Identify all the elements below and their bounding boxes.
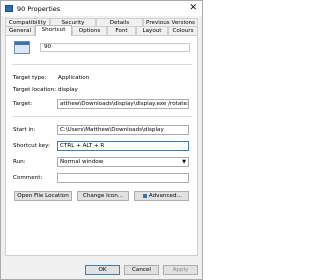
- shortcut-name-field[interactable]: 90: [40, 43, 190, 52]
- shortcut-panel: 90 Target type: Application Target locat…: [5, 35, 198, 256]
- run-select[interactable]: Normal window ▼: [57, 157, 189, 167]
- application-icon: [14, 41, 30, 54]
- target-location-value: display: [58, 87, 78, 93]
- change-icon-button[interactable]: Change Icon...: [77, 191, 129, 201]
- divider: [12, 116, 192, 117]
- target-type-value: Application: [58, 75, 90, 81]
- open-file-location-button[interactable]: Open File Location: [14, 191, 72, 201]
- divider: [12, 64, 192, 65]
- properties-window: 90 Properties ✕ Compatibility Security D…: [0, 0, 203, 280]
- tab-general[interactable]: General: [5, 26, 35, 35]
- chevron-down-icon: ▼: [182, 159, 186, 165]
- change-icon-button-label: Change Icon...: [82, 193, 124, 199]
- run-select-value: Normal window: [60, 159, 104, 165]
- target-location-label: Target location:: [13, 87, 57, 93]
- apply-button[interactable]: Apply: [163, 265, 198, 275]
- shortcut-key-label: Shortcut key:: [13, 143, 50, 149]
- tab-font[interactable]: Font: [107, 26, 136, 35]
- tab-row-2: General Shortcut Options Font Layout Col…: [5, 25, 198, 36]
- tab-shortcut[interactable]: Shortcut: [35, 25, 72, 36]
- target-label: Target:: [13, 101, 33, 107]
- comment-label: Comment:: [13, 175, 43, 181]
- shortcut-key-input[interactable]: CTRL + ALT + R: [57, 141, 189, 151]
- advanced-button[interactable]: Advanced...: [134, 191, 189, 201]
- start-in-input[interactable]: C:\Users\Matthew\Downloads\display: [57, 125, 189, 135]
- cancel-button[interactable]: Cancel: [124, 265, 159, 275]
- tab-options[interactable]: Options: [72, 26, 107, 35]
- start-in-label: Start in:: [13, 127, 36, 133]
- window-title: 90 Properties: [17, 5, 61, 13]
- ok-button[interactable]: OK: [85, 265, 120, 275]
- title-bar: 90 Properties ✕: [1, 1, 202, 16]
- close-icon[interactable]: ✕: [189, 3, 197, 13]
- run-label: Run:: [13, 159, 26, 165]
- tab-layout[interactable]: Layout: [136, 26, 168, 35]
- shield-icon: [143, 194, 148, 198]
- comment-input[interactable]: [57, 173, 189, 183]
- advanced-button-label: Advanced...: [148, 193, 182, 199]
- target-input[interactable]: atthew\Downloads\display\display.exe /ro…: [57, 99, 189, 109]
- tab-colours[interactable]: Colours: [168, 26, 198, 35]
- window-icon: [5, 5, 13, 12]
- target-type-label: Target type:: [13, 75, 47, 81]
